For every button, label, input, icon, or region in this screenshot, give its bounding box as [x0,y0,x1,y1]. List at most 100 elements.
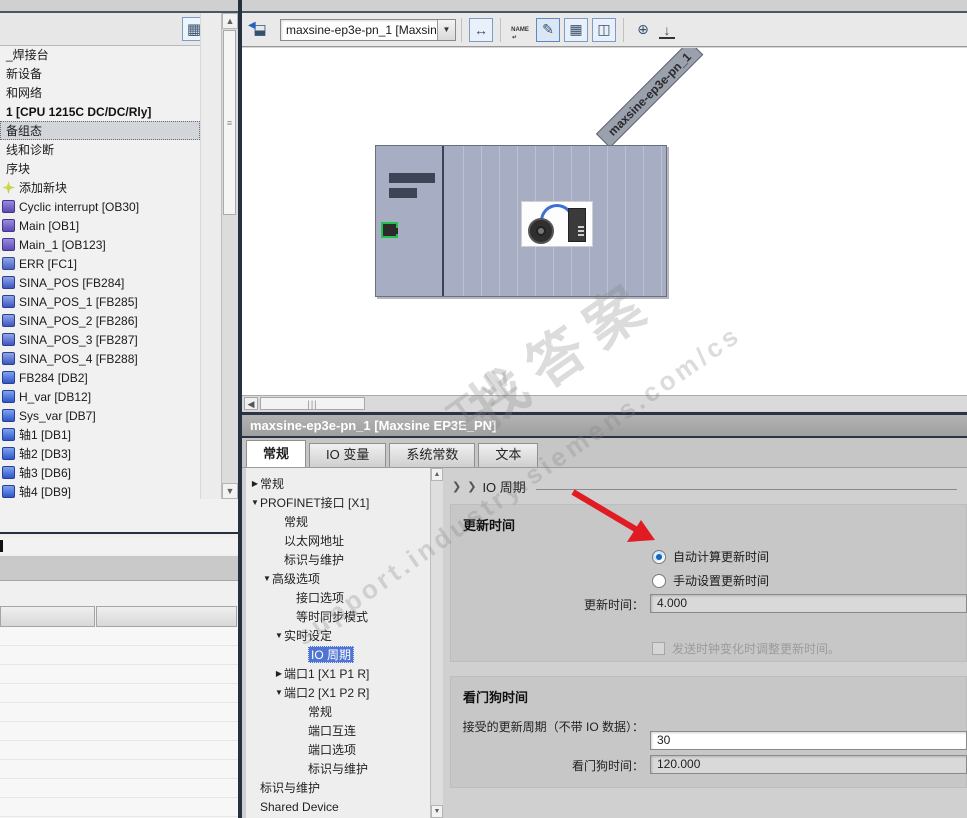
tree-item[interactable]: SINA_POS_4 [FB288] [0,349,200,368]
device-select-dropdown[interactable]: maxsine-ep3e-pn_1 [Maxsine ▼ [280,18,456,41]
device-head-module[interactable] [376,146,444,296]
breadcrumb-chevron-icon[interactable]: ❯ [452,480,461,493]
tree-item[interactable]: SINA_POS_2 [FB286] [0,311,200,330]
scrollbar-thumb[interactable]: ≡ [223,30,236,215]
radio-auto-update[interactable]: 自动计算更新时间 [652,548,769,565]
chevron-down-icon[interactable]: ▼ [250,498,260,507]
accepted-cycle-field[interactable]: 30 [650,731,967,750]
tree-item-label: 添加新块 [19,181,68,195]
highlight-addresses-icon[interactable]: ✎ [536,17,560,42]
tree-item[interactable]: 添加新块 [0,178,200,197]
properties-nav-item[interactable]: 等时同步模式 [246,607,429,626]
radio-unselected-icon[interactable] [652,573,666,588]
scroll-up-button[interactable]: ▲ [222,13,238,29]
properties-nav-item[interactable]: Shared Device [246,797,429,816]
properties-nav-item[interactable]: 接口选项 [246,588,429,607]
properties-nav-item[interactable]: 端口互连 [246,721,429,740]
device-name-label[interactable]: maxsine-ep3e-pn_1 [595,48,704,148]
nav-scroll-up-button[interactable]: ▲ [431,468,443,481]
canvas-horizontal-scrollbar[interactable]: ◀ ||| [242,395,967,411]
nav-scroll-down-button[interactable]: ▼ [431,805,443,818]
chevron-right-icon[interactable]: ▶ [250,479,260,488]
tree-item[interactable]: SINA_POS_3 [FB287] [0,330,200,349]
breadcrumb-chevron-icon[interactable]: ❯ [467,480,476,493]
hscrollbar-thumb[interactable]: ||| [260,397,365,410]
tree-item[interactable]: ERR [FC1] [0,254,200,273]
snap-grid-icon[interactable]: ▦ [564,17,588,42]
chevron-down-icon[interactable]: ▼ [274,688,284,697]
tab-texts[interactable]: 文本 [478,443,539,467]
properties-nav-item[interactable]: 以太网地址 [246,531,429,550]
tree-item[interactable]: Main [OB1] [0,216,200,235]
profinet-port-icon[interactable] [381,222,398,238]
properties-nav-scrollbar[interactable]: ▲ ▼ [430,468,443,818]
io-cycle-pane: ❯ ❯ IO 周期 更新时间 自动计算更新时间 手动设置更新时间 更新时间： 4… [444,468,967,818]
checkbox-disabled-icon[interactable] [652,642,665,655]
properties-nav-item[interactable]: 标识与维护 [246,759,429,778]
tree-item[interactable]: H_var [DB12] [0,387,200,406]
properties-nav-item[interactable]: 常规 [246,512,429,531]
radio-selected-icon[interactable] [652,549,666,564]
tree-item[interactable]: 和网络 [0,83,200,102]
properties-nav-item[interactable]: ▼ 端口2 [X1 P2 R] [246,683,429,702]
address-overview-icon[interactable]: ↔ [469,17,493,42]
tree-item[interactable]: _焊接台 [0,45,200,64]
tab-io-tags[interactable]: IO 变量 [309,443,387,467]
tree-item[interactable]: 新设备 [0,64,200,83]
properties-nav-item[interactable]: IO 周期 [246,645,429,664]
properties-nav-label: 高级选项 [272,572,321,586]
split-editor-icon[interactable]: ◫ [592,17,616,42]
tree-item[interactable]: 备组态 [0,121,200,140]
watchdog-time-field[interactable]: 120.000 [650,755,967,774]
properties-nav-item[interactable]: 端口选项 [246,740,429,759]
properties-nav-item[interactable]: 常规 [246,702,429,721]
dropdown-arrow-icon[interactable]: ▼ [437,19,455,40]
properties-nav-item[interactable]: ▶ 端口1 [X1 P1 R] [246,664,429,683]
tab-general[interactable]: 常规 [246,440,307,467]
device-module[interactable] [375,145,667,297]
tree-item[interactable]: 轴1 [DB1] [0,425,200,444]
tree-item[interactable]: Sys_var [DB7] [0,406,200,425]
properties-nav-item[interactable]: ▼ PROFINET接口 [X1] [246,493,429,512]
tree-item[interactable]: FB284 [DB2] [0,368,200,387]
chevron-right-icon[interactable]: ▶ [274,669,284,678]
zoom-in-icon[interactable]: ⊕ [631,18,655,42]
servo-drive-image[interactable] [521,201,593,247]
tree-item[interactable]: SINA_POS_1 [FB285] [0,292,200,311]
tree-item-label: ERR [FC1] [19,256,78,271]
tree-item[interactable]: Main_1 [OB123] [0,235,200,254]
tree-item[interactable]: SINA_POS [FB284] [0,273,200,292]
update-time-label-row: 更新时间： [464,596,644,613]
properties-nav-item[interactable]: 标识与维护 [246,778,429,797]
properties-nav-label: 以太网地址 [284,534,345,548]
properties-nav-item[interactable]: ▼ 高级选项 [246,569,429,588]
tree-item[interactable]: 轴2 [DB3] [0,444,200,463]
update-time-field[interactable]: 4.000 [650,594,967,613]
adjust-update-checkbox-row[interactable]: 发送时钟变化时调整更新时间。 [652,640,840,657]
chevron-down-icon[interactable]: ▼ [262,574,272,583]
properties-nav-item[interactable]: ▼ 实时设定 [246,626,429,645]
rename-icon[interactable]: NAME ↵ [508,18,532,42]
tree-item[interactable]: 轴3 [DB6] [0,463,200,482]
scroll-down-button[interactable]: ▼ [222,483,238,499]
tree-item[interactable]: 序块 [0,159,200,178]
tree-item[interactable]: 线和诊断 [0,140,200,159]
chevron-down-icon[interactable]: ▼ [274,631,284,640]
tab-system-constants[interactable]: 系统常数 [389,443,476,467]
project-tree-scrollbar[interactable]: ▲ ≡ ▼ [221,13,238,499]
properties-nav-item[interactable]: 标识与维护 [246,550,429,569]
tree-item-label: 轴4 [DB9] [19,485,72,499]
save-window-settings-icon[interactable]: ↓ [659,22,675,39]
scroll-left-button[interactable]: ◀ [244,397,258,410]
tree-item[interactable]: 轴4 [DB9] [0,482,200,501]
properties-nav-item[interactable]: ▶ 常规 [246,474,429,493]
details-column-1[interactable] [0,606,95,627]
radio-manual-update[interactable]: 手动设置更新时间 [652,572,769,589]
tree-item[interactable]: 1 [CPU 1215C DC/DC/Rly] [0,102,200,121]
project-tree-panel: ▦ ▦➜ _焊接台新设备和网络1 [CPU 1215C DC/DC/Rly]备组… [0,13,238,818]
tree-item[interactable]: Cyclic interrupt [OB30] [0,197,200,216]
device-select-value: maxsine-ep3e-pn_1 [Maxsine [286,22,437,37]
details-column-2[interactable] [96,606,237,627]
network-view-icon[interactable]: ⬓ ◀ [248,18,272,42]
device-view-canvas[interactable]: maxsine-ep3e-pn_1 [242,48,967,395]
